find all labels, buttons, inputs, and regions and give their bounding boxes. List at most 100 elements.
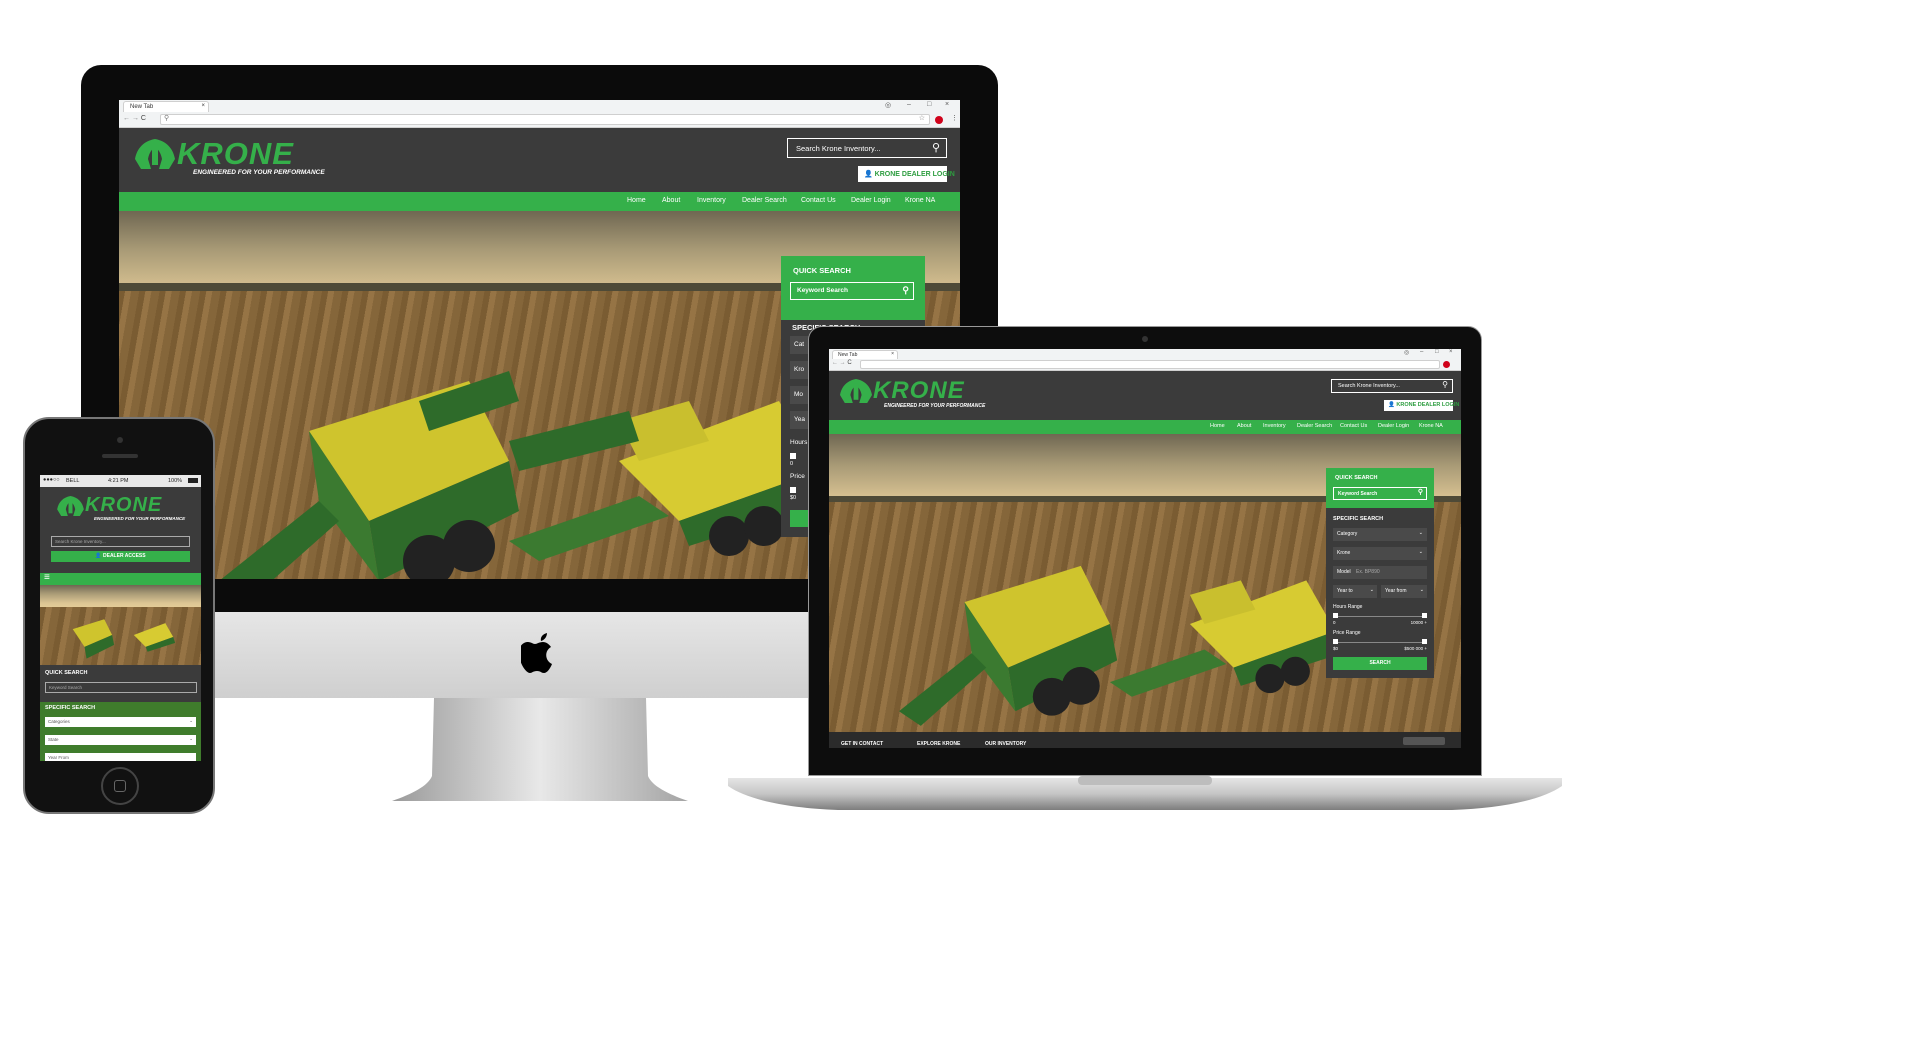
laptop-baler-machines: [899, 565, 1343, 726]
laptop-category-select[interactable]: Category ⌄: [1333, 528, 1427, 541]
brand-select[interactable]: Kro: [790, 361, 810, 379]
footer-get-in-contact[interactable]: GET IN CONTACT: [841, 741, 883, 747]
phone-search-input[interactable]: Search Krone Inventory...: [51, 536, 190, 547]
address-bar[interactable]: ⚲ ☆: [160, 114, 930, 125]
laptop-minimize-icon[interactable]: –: [1420, 349, 1423, 355]
laptop-price-max-handle[interactable]: [1422, 639, 1427, 644]
extension-icon[interactable]: [935, 116, 943, 124]
laptop-year-to-select[interactable]: Year to ⌄: [1333, 585, 1377, 598]
phone-specific-search-panel: SPECIFIC SEARCH Categories ⌄ State ⌄ Yea…: [40, 702, 201, 761]
menu-dots-icon[interactable]: ⋮: [951, 114, 958, 122]
forward-icon[interactable]: →: [132, 115, 139, 122]
laptop-search-button[interactable]: SEARCH: [1333, 657, 1427, 670]
phone-battery-icon: [188, 478, 198, 483]
laptop-model-input[interactable]: Model Ex. BP890: [1333, 566, 1427, 579]
laptop-keyword-search-input[interactable]: Keyword Search ⚲: [1333, 487, 1427, 500]
maximize-icon[interactable]: □: [927, 101, 931, 108]
laptop-tab-close-icon[interactable]: ×: [891, 351, 894, 357]
phone-quick-search-title: QUICK SEARCH: [45, 670, 88, 676]
laptop-brand-select[interactable]: Krone ⌄: [1333, 547, 1427, 560]
laptop-nav-dealer-search[interactable]: Dealer Search: [1297, 423, 1332, 429]
phone-keyword-input[interactable]: Keyword Search: [45, 682, 197, 693]
close-window-icon[interactable]: ×: [945, 101, 949, 108]
phone-categories-chevron-icon: ⌄: [189, 718, 193, 723]
krone-logo[interactable]: KRONE ENGINEERED FOR YOUR PERFORMANCE: [135, 136, 325, 182]
dealer-login-button[interactable]: 👤 KRONE DEALER LOGIN: [858, 166, 955, 182]
inventory-search-input[interactable]: Search Krone Inventory... ⚲: [787, 138, 947, 158]
phone-status-bar: ●●●○○ BELL 4:21 PM 100%: [40, 475, 201, 487]
nav-home[interactable]: Home: [627, 197, 646, 204]
keyword-search-icon[interactable]: ⚲: [902, 285, 909, 296]
laptop-keyword-search-icon[interactable]: ⚲: [1418, 488, 1423, 496]
hours-slider-handle[interactable]: [790, 453, 796, 459]
reload-icon[interactable]: C: [141, 115, 146, 122]
nav-inventory[interactable]: Inventory: [697, 197, 726, 204]
search-icon[interactable]: ⚲: [932, 141, 940, 154]
footer-our-inventory[interactable]: OUR INVENTORY: [985, 741, 1026, 747]
laptop-extension-icon[interactable]: [1443, 361, 1450, 368]
nav-dealer-search[interactable]: Dealer Search: [742, 197, 787, 204]
nav-about[interactable]: About: [662, 197, 680, 204]
keyword-search-input[interactable]: Keyword Search ⚲: [790, 282, 914, 300]
laptop-nav-dealer-login[interactable]: Dealer Login: [1378, 423, 1409, 429]
laptop-brand-chevron-icon: ⌄: [1418, 549, 1423, 555]
logo-tagline: ENGINEERED FOR YOUR PERFORMANCE: [193, 169, 325, 176]
phone-screen: ●●●○○ BELL 4:21 PM 100% KRONE ENGINEERED…: [40, 475, 201, 761]
phone-krone-logo[interactable]: KRONE ENGINEERED FOR YOUR PERFORMANCE: [57, 494, 187, 526]
laptop-nav-krone-na[interactable]: Krone NA: [1419, 423, 1443, 429]
nav-contact-us[interactable]: Contact Us: [801, 197, 836, 204]
laptop-category-chevron-icon: ⌄: [1418, 530, 1423, 536]
laptop-reload-icon[interactable]: C: [847, 360, 851, 366]
nav-dealer-login[interactable]: Dealer Login: [851, 197, 891, 204]
laptop-back-icon[interactable]: ←: [832, 360, 838, 366]
laptop-nav-about[interactable]: About: [1237, 423, 1251, 429]
laptop-forward-icon[interactable]: →: [840, 360, 846, 366]
year-select[interactable]: Yea: [790, 411, 810, 429]
laptop-price-min-handle[interactable]: [1333, 639, 1338, 644]
price-slider-handle[interactable]: [790, 487, 796, 493]
laptop-nav-contact-us[interactable]: Contact Us: [1340, 423, 1367, 429]
laptop-nav-inventory[interactable]: Inventory: [1263, 423, 1286, 429]
laptop-krone-logo[interactable]: KRONE ENGINEERED FOR YOUR PERFORMANCE: [840, 377, 985, 413]
laptop-address-bar[interactable]: [860, 360, 1440, 369]
laptop-search-button-label: SEARCH: [1369, 660, 1391, 666]
model-input[interactable]: Mo: [790, 386, 810, 404]
laptop-specific-search-title: SPECIFIC SEARCH: [1333, 516, 1384, 522]
laptop-hours-track[interactable]: [1333, 616, 1427, 617]
address-star-icon[interactable]: ☆: [919, 114, 925, 122]
laptop-logo-tagline: ENGINEERED FOR YOUR PERFORMANCE: [884, 403, 986, 409]
laptop-browser-tab[interactable]: New Tab ×: [832, 350, 898, 359]
laptop-year-from-label: Year from: [1385, 588, 1407, 594]
laptop-close-icon[interactable]: ×: [1449, 349, 1453, 355]
laptop-hours-max-handle[interactable]: [1422, 613, 1427, 618]
laptop-inventory-search-input[interactable]: Search Krone Inventory... ⚲: [1331, 379, 1453, 393]
laptop-nav-home[interactable]: Home: [1210, 423, 1225, 429]
laptop-price-track[interactable]: [1333, 642, 1427, 643]
profile-icon[interactable]: ◎: [885, 101, 891, 109]
laptop-hours-min-handle[interactable]: [1333, 613, 1338, 618]
laptop-maximize-icon[interactable]: □: [1435, 349, 1439, 355]
back-icon[interactable]: ←: [123, 115, 130, 122]
desktop-search-button[interactable]: [790, 510, 810, 527]
laptop-search-icon[interactable]: ⚲: [1442, 380, 1448, 389]
laptop-dealer-login-button[interactable]: 👤 KRONE DEALER LOGIN: [1384, 400, 1459, 411]
phone-year-from-select[interactable]: Year From: [45, 753, 196, 761]
browser-tab[interactable]: New Tab ×: [123, 101, 209, 112]
phone-categories-select[interactable]: Categories ⌄: [45, 717, 196, 727]
laptop-logo-text: KRONE: [873, 377, 965, 404]
phone-state-chevron-icon: ⌄: [189, 736, 193, 741]
phone-state-select[interactable]: State ⌄: [45, 735, 196, 745]
phone-dealer-access-button[interactable]: 👤 DEALER ACCESS: [51, 551, 190, 562]
phone-home-button[interactable]: [101, 767, 139, 805]
footer-explore-krone[interactable]: EXPLORE KRONE: [917, 741, 960, 747]
phone-specific-search-title: SPECIFIC SEARCH: [45, 705, 96, 711]
phone-baler-machines: [72, 619, 176, 659]
nav-krone-na[interactable]: Krone NA: [905, 197, 935, 204]
close-icon[interactable]: ×: [201, 103, 205, 109]
category-select[interactable]: Cat: [790, 336, 810, 354]
laptop-profile-icon[interactable]: ◎: [1404, 349, 1409, 356]
laptop-year-from-select[interactable]: Year from ⌄: [1381, 585, 1427, 598]
minimize-icon[interactable]: –: [907, 101, 911, 108]
laptop-quick-search-panel: QUICK SEARCH Keyword Search ⚲: [1326, 468, 1434, 508]
hamburger-menu-icon[interactable]: ≡: [44, 572, 50, 583]
